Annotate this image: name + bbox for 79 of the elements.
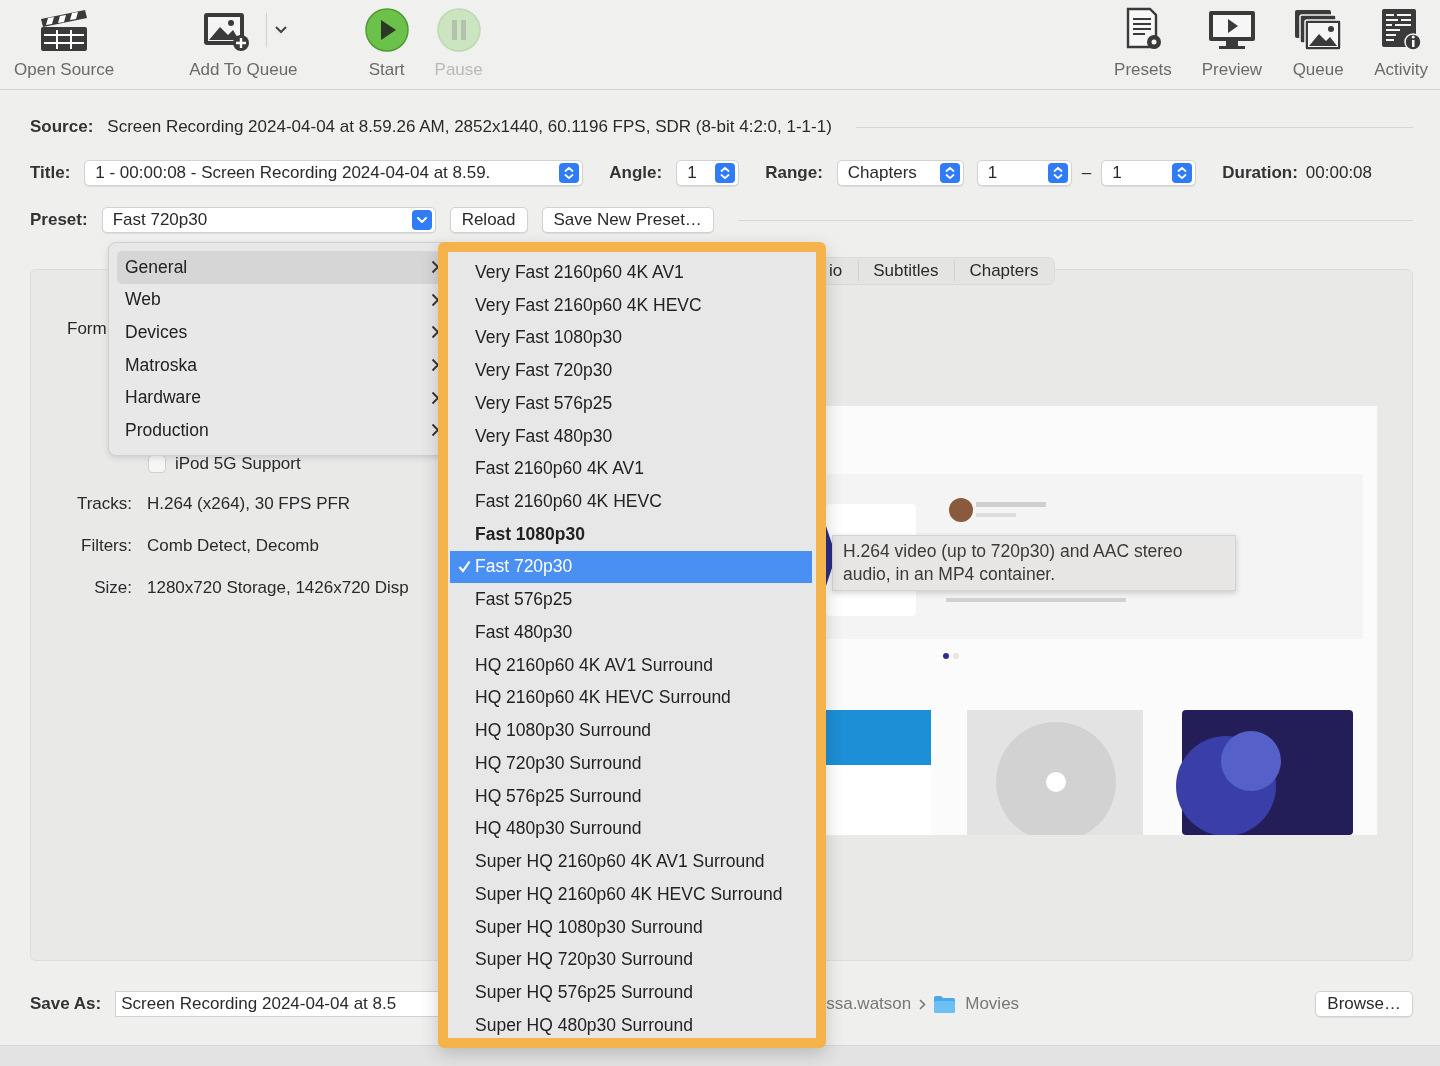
menu-item[interactable]: HQ 2160p60 4K AV1 Surround	[450, 648, 812, 682]
field-label: Angle:	[609, 163, 663, 183]
menu-item[interactable]: Very Fast 1080p30	[450, 321, 812, 355]
path-segment[interactable]: Movies	[965, 994, 1020, 1014]
toolbar-button[interactable]: Activity	[1368, 0, 1434, 81]
menu-item[interactable]: HQ 2160p60 4K HEVC Surround	[450, 681, 812, 715]
stepper-icon	[559, 163, 580, 183]
menu-item[interactable]: Very Fast 2160p60 4K HEVC	[450, 288, 812, 322]
toolbar-button[interactable]: Start	[357, 0, 416, 81]
info-label: Tracks:	[75, 494, 132, 514]
field-label: Save As:	[30, 994, 102, 1014]
toolbar-button[interactable]: Presets	[1108, 0, 1178, 81]
chevron-right-icon	[919, 998, 927, 1010]
range-end-popup[interactable]: 1	[1101, 160, 1197, 186]
menu-item[interactable]: Fast 2160p60 4K AV1	[450, 452, 812, 486]
range-separator: –	[1081, 163, 1092, 183]
duration-value: 00:00:08	[1305, 163, 1373, 183]
field-label: Title:	[30, 163, 71, 183]
range-mode-popup[interactable]: Chapters	[836, 160, 964, 186]
chevron-right-icon	[431, 358, 440, 373]
chevron-right-icon	[431, 390, 440, 405]
browse-button[interactable]: Browse…	[1315, 991, 1413, 1017]
source-info: Screen Recording 2024-04-04 at 8.59.26 AM, 2852x1440, 60.1196 FPS, SDR (8-bit 4:2:0, 1-1-1)	[107, 117, 832, 137]
field-label: Range:	[765, 163, 823, 183]
chevron-right-icon	[431, 260, 440, 275]
menu-item[interactable]: HQ 1080p30 Surround	[450, 714, 812, 747]
menu-item[interactable]: Fast 2160p60 4K HEVC	[450, 485, 812, 518]
info-value: Comb Detect, Decomb	[147, 536, 320, 556]
folder-icon	[934, 995, 956, 1013]
chevron-right-icon	[431, 423, 440, 438]
toolbar-button[interactable]: Add To Queue	[183, 0, 304, 81]
stepper-icon	[1172, 163, 1193, 183]
menu-item[interactable]: HQ 480p30 Surround	[450, 812, 812, 846]
field-label: Preset:	[30, 210, 88, 230]
tab[interactable]: Chapters	[967, 261, 1055, 281]
menu-item[interactable]: Very Fast 2160p60 4K AV1	[450, 256, 812, 289]
info-value: H.264 (x264), 30 FPS PFR	[147, 494, 352, 514]
menu-item[interactable]: Fast 576p25	[450, 583, 812, 617]
menu-item[interactable]: Very Fast 576p25	[450, 386, 812, 420]
checkbox-label: iPod 5G Support	[175, 454, 301, 474]
stepper-icon	[1047, 163, 1068, 183]
chevron-right-icon	[431, 325, 440, 340]
preset-button[interactable]: Save New Preset…	[541, 207, 714, 233]
toolbar-button[interactable]: Queue	[1286, 0, 1351, 81]
menu-item[interactable]: Super HQ 2160p60 4K HEVC Surround	[450, 877, 812, 911]
info-label: Size:	[93, 578, 132, 598]
range-start-popup[interactable]: 1	[976, 160, 1072, 186]
chevron-right-icon	[431, 292, 440, 307]
info-value: 1280x720 Storage, 1426x720 Disp	[147, 578, 409, 598]
toolbar-button[interactable]: Open Source	[8, 0, 121, 81]
menu-item[interactable]: Fast 480p30	[450, 616, 812, 649]
menu-item[interactable]: Very Fast 720p30	[450, 354, 812, 387]
tab[interactable]: io	[827, 261, 860, 281]
info-label: Filters:	[80, 536, 132, 556]
menu-item[interactable]: Super HQ 720p30 Surround	[450, 943, 812, 977]
caret-icon[interactable]	[274, 26, 287, 34]
tooltip: H.264 video (up to 720p30) and AAC stereo audio, in an MP4 container.	[832, 535, 1236, 591]
menu-item[interactable]: Fast 1080p30	[450, 517, 812, 551]
menu-item[interactable]: Super HQ 1080p30 Surround	[450, 910, 812, 944]
chevron-down-icon	[411, 210, 432, 230]
menu-item[interactable]: HQ 720p30 Surround	[450, 747, 812, 780]
play-icon	[363, 7, 410, 53]
checkmark-icon	[458, 560, 471, 574]
title-popup[interactable]: 1 - 00:00:08 - Screen Recording 2024-04-04 at 8.59.	[84, 160, 584, 186]
field-label: Source:	[30, 117, 94, 137]
preset-popup[interactable]: Fast 720p30	[101, 207, 436, 233]
menu-item[interactable]: Very Fast 480p30	[450, 419, 812, 453]
stepper-icon	[715, 163, 736, 183]
menu-item[interactable]: Super HQ 2160p60 4K AV1 Surround	[450, 845, 812, 878]
stepper-icon	[939, 163, 960, 183]
preset-button[interactable]: Reload	[449, 207, 528, 233]
tab[interactable]: Subtitles	[871, 261, 956, 281]
toolbar-button[interactable]: Preview	[1195, 0, 1269, 81]
field-label: Form	[67, 319, 107, 339]
angle-popup[interactable]: 1	[676, 160, 740, 186]
path-segment[interactable]: ssa.watson	[826, 994, 912, 1014]
menu-item[interactable]: HQ 576p25 Surround	[450, 779, 812, 813]
pause-icon	[435, 7, 482, 53]
field-label: Duration:	[1222, 163, 1298, 183]
